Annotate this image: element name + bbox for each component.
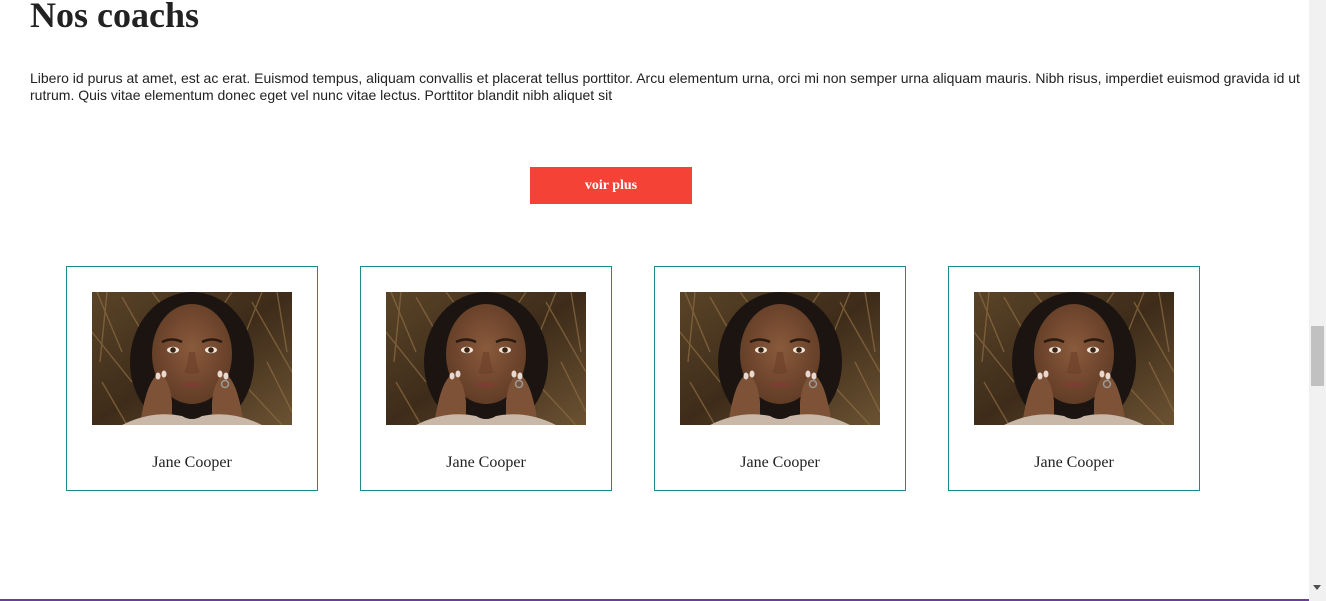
coach-card[interactable]: Jane Cooper [654,266,906,491]
page-content: Nos coachs Libero id purus at amet, est … [0,0,1309,601]
coach-photo [386,292,586,425]
scrollbar-thumb[interactable] [1311,326,1324,386]
coach-name: Jane Cooper [1034,454,1114,471]
coach-name: Jane Cooper [152,454,232,471]
coach-card[interactable]: Jane Cooper [360,266,612,491]
coach-photo [92,292,292,425]
coach-photo [680,292,880,425]
scroll-down-arrow-icon[interactable] [1313,585,1321,590]
vertical-scrollbar[interactable] [1309,0,1326,601]
intro-paragraph: Libero id purus at amet, est ac erat. Eu… [30,70,1300,103]
page-title: Nos coachs [30,0,199,35]
coach-name: Jane Cooper [446,454,526,471]
coach-name: Jane Cooper [740,454,820,471]
coach-photo [974,292,1174,425]
coach-card[interactable]: Jane Cooper [66,266,318,491]
coach-card[interactable]: Jane Cooper [948,266,1200,491]
see-more-button[interactable]: voir plus [530,167,692,204]
